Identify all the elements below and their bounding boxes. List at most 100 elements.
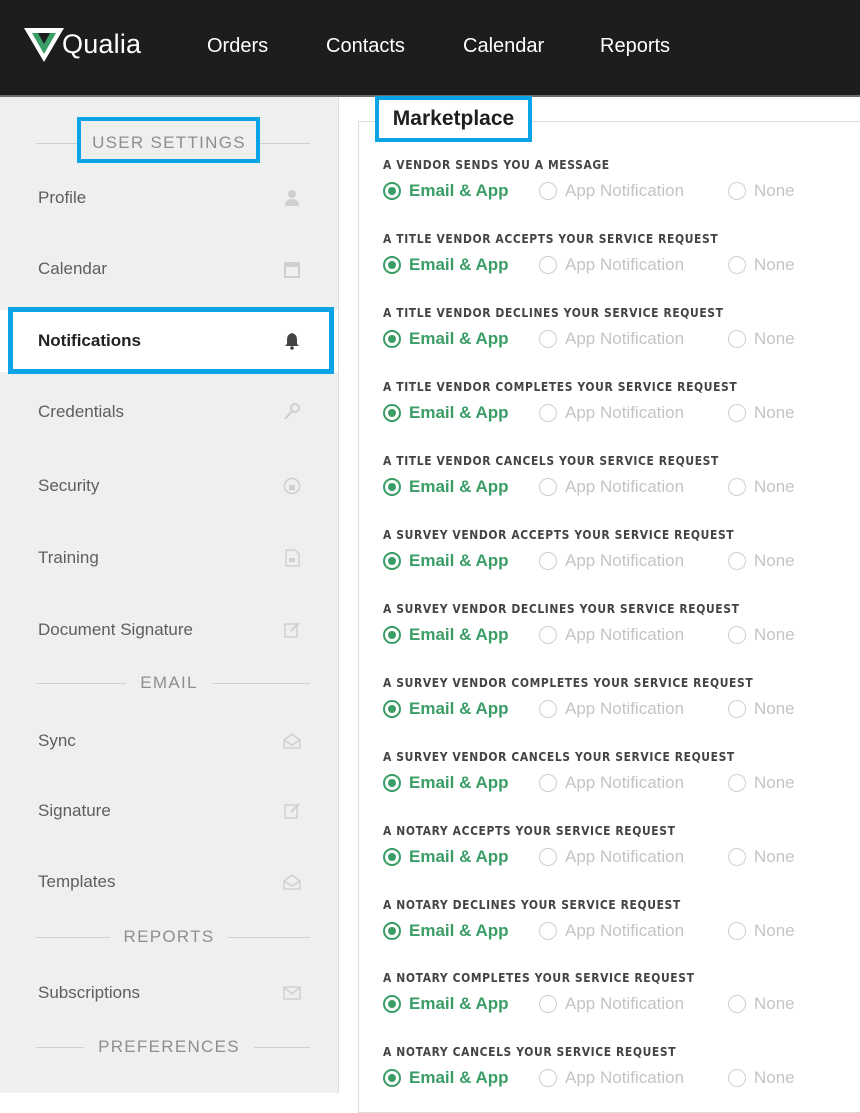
radio-option-app-notification[interactable]: App Notification [539,994,684,1014]
radio-option-email-app[interactable]: Email & App [383,699,509,719]
radio-button[interactable] [539,922,557,940]
radio-option-email-app[interactable]: Email & App [383,181,509,201]
radio-button[interactable] [539,330,557,348]
sidebar-item-templates[interactable]: Templates [0,851,338,913]
radio-button[interactable] [539,182,557,200]
qualia-logo[interactable]: Qualia [22,24,141,64]
radio-option-app-notification[interactable]: App Notification [539,921,684,941]
sidebar-item-sync[interactable]: Sync [0,710,338,772]
radio-button[interactable] [728,922,746,940]
nav-orders[interactable]: Orders [207,35,268,58]
radio-option-none[interactable]: None [728,625,795,645]
radio-button[interactable] [728,700,746,718]
radio-button[interactable] [539,256,557,274]
sidebar-item-calendar[interactable]: Calendar [0,238,338,300]
radio-option-none[interactable]: None [728,181,795,201]
sidebar-item-training[interactable]: Training [0,527,338,589]
radio-button[interactable] [383,1069,401,1087]
radio-option-email-app[interactable]: Email & App [383,847,509,867]
sidebar-item-subscriptions[interactable]: Subscriptions [0,962,338,1024]
radio-button[interactable] [383,848,401,866]
radio-option-email-app[interactable]: Email & App [383,329,509,349]
notifications-highlight [8,307,334,374]
radio-button[interactable] [728,995,746,1013]
nav-contacts[interactable]: Contacts [326,35,405,58]
radio-button[interactable] [539,774,557,792]
radio-option-none[interactable]: None [728,921,795,941]
radio-button[interactable] [728,774,746,792]
brand-name: Qualia [62,28,142,59]
radio-option-none[interactable]: None [728,329,795,349]
radio-option-app-notification[interactable]: App Notification [539,329,684,349]
radio-option-none[interactable]: None [728,403,795,423]
radio-button[interactable] [539,404,557,422]
radio-button[interactable] [728,848,746,866]
radio-option-email-app[interactable]: Email & App [383,921,509,941]
radio-button[interactable] [383,922,401,940]
radio-option-app-notification[interactable]: App Notification [539,551,684,571]
radio-option-app-notification[interactable]: App Notification [539,477,684,497]
radio-option-email-app[interactable]: Email & App [383,994,509,1014]
setting-title: A NOTARY DECLINES YOUR SERVICE REQUEST [383,897,681,912]
radio-button[interactable] [539,848,557,866]
top-navbar: Qualia Orders Contacts Calendar Reports [0,0,860,97]
radio-button[interactable] [383,330,401,348]
radio-button[interactable] [383,182,401,200]
radio-option-email-app[interactable]: Email & App [383,1068,509,1088]
radio-button[interactable] [383,256,401,274]
radio-option-email-app[interactable]: Email & App [383,625,509,645]
radio-button[interactable] [728,330,746,348]
section-header-preferences: PREFERENCES [0,1032,338,1062]
radio-option-app-notification[interactable]: App Notification [539,403,684,423]
radio-option-app-notification[interactable]: App Notification [539,847,684,867]
nav-reports[interactable]: Reports [600,35,670,58]
radio-option-email-app[interactable]: Email & App [383,477,509,497]
radio-button[interactable] [383,995,401,1013]
radio-button[interactable] [539,552,557,570]
radio-button[interactable] [539,700,557,718]
radio-option-app-notification[interactable]: App Notification [539,255,684,275]
radio-button[interactable] [383,626,401,644]
radio-button[interactable] [728,478,746,496]
radio-button[interactable] [728,404,746,422]
radio-option-email-app[interactable]: Email & App [383,551,509,571]
radio-button[interactable] [539,1069,557,1087]
sidebar-item-document-signature[interactable]: Document Signature [0,599,338,661]
radio-option-app-notification[interactable]: App Notification [539,625,684,645]
radio-button[interactable] [728,256,746,274]
radio-option-none[interactable]: None [728,1068,795,1088]
radio-option-none[interactable]: None [728,699,795,719]
radio-option-email-app[interactable]: Email & App [383,403,509,423]
radio-button[interactable] [539,626,557,644]
radio-option-app-notification[interactable]: App Notification [539,1068,684,1088]
radio-button[interactable] [539,995,557,1013]
radio-option-none[interactable]: None [728,773,795,793]
radio-button[interactable] [383,552,401,570]
radio-button[interactable] [383,700,401,718]
radio-button[interactable] [728,552,746,570]
radio-option-none[interactable]: None [728,551,795,571]
radio-option-none[interactable]: None [728,255,795,275]
radio-option-email-app[interactable]: Email & App [383,773,509,793]
radio-option-none[interactable]: None [728,477,795,497]
nav-calendar[interactable]: Calendar [463,35,544,58]
sidebar-item-profile[interactable]: Profile [0,167,338,229]
radio-button[interactable] [383,404,401,422]
radio-option-app-notification[interactable]: App Notification [539,181,684,201]
radio-button[interactable] [539,478,557,496]
sidebar-item-signature[interactable]: Signature [0,780,338,842]
radio-button[interactable] [728,626,746,644]
radio-option-none[interactable]: None [728,994,795,1014]
radio-label: Email & App [409,181,509,200]
radio-button[interactable] [383,774,401,792]
radio-option-none[interactable]: None [728,847,795,867]
sidebar-item-credentials[interactable]: Credentials [0,381,338,443]
radio-option-email-app[interactable]: Email & App [383,255,509,275]
radio-option-app-notification[interactable]: App Notification [539,699,684,719]
radio-button[interactable] [728,182,746,200]
radio-button[interactable] [383,478,401,496]
radio-button[interactable] [728,1069,746,1087]
section-label: EMAIL [126,673,212,693]
radio-option-app-notification[interactable]: App Notification [539,773,684,793]
sidebar-item-security[interactable]: Security [0,455,338,517]
